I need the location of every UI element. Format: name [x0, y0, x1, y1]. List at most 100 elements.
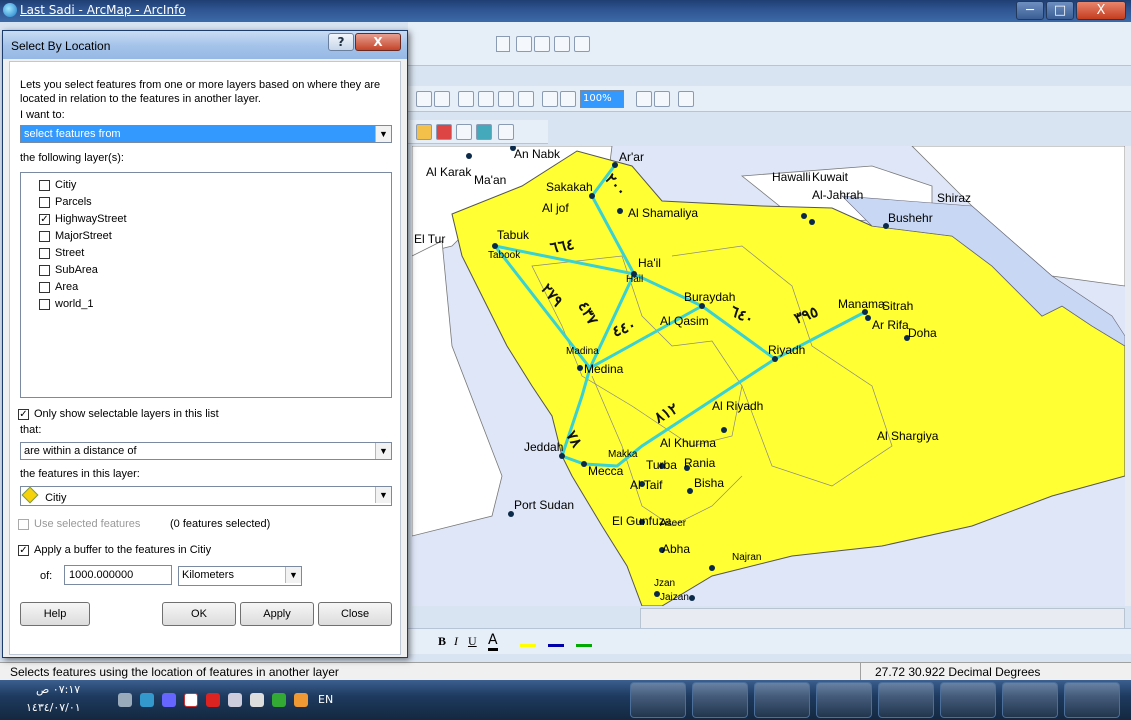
close-window-button[interactable]: X	[1076, 1, 1126, 20]
help-button[interactable]: Help	[20, 602, 90, 626]
layer-name: Citiy	[55, 179, 77, 191]
network-icon[interactable]	[140, 693, 154, 707]
toggle-draft-icon[interactable]	[636, 91, 652, 107]
arcmap-taskbar-icon[interactable]	[878, 682, 934, 718]
close-button[interactable]: Close	[318, 602, 392, 626]
use-selected-label: Use selected features	[34, 518, 141, 530]
layer-item[interactable]: Street	[39, 245, 84, 261]
font-color-button[interactable]: A	[488, 632, 498, 651]
layer-checkbox[interactable]	[39, 298, 50, 310]
only-selectable-option[interactable]: ✓ Only show selectable layers in this lis…	[18, 406, 219, 422]
back-extent-icon[interactable]	[542, 91, 558, 107]
spatial-method-combo[interactable]: are within a distance of ▼	[20, 442, 392, 460]
select-features-icon[interactable]	[436, 124, 452, 140]
layer-item[interactable]: Parcels	[39, 194, 92, 210]
signal-icon[interactable]	[118, 693, 132, 707]
dialog-close-button[interactable]: X	[355, 33, 401, 51]
layer-item[interactable]: MajorStreet	[39, 228, 112, 244]
layer-checkbox[interactable]	[39, 281, 50, 293]
layer-checkbox[interactable]	[39, 179, 50, 191]
zoom-percent-combo[interactable]: 100%	[580, 90, 624, 108]
layer-checkbox[interactable]	[39, 264, 50, 276]
map-vertical-scrollbar[interactable]	[1125, 146, 1131, 606]
word-icon[interactable]	[1002, 682, 1058, 718]
paperclip-app-icon[interactable]	[940, 682, 996, 718]
layer-checkbox[interactable]	[39, 196, 50, 208]
full-extent-icon[interactable]	[498, 91, 514, 107]
map-view[interactable]: An Nabk Ar'ar Al Karak Ma'an Sakakah Al …	[412, 146, 1125, 606]
layer-item[interactable]: SubArea	[39, 262, 98, 278]
whats-this-icon[interactable]	[498, 124, 514, 140]
line-color-icon[interactable]	[548, 633, 564, 647]
layer-name: world_1	[55, 298, 94, 310]
italic-button[interactable]: I	[454, 634, 458, 649]
selection-method-combo[interactable]: select features from ▼	[20, 125, 392, 143]
acrobat-icon[interactable]	[206, 693, 220, 707]
map-label: Manama	[838, 297, 885, 311]
apply-button[interactable]: Apply	[240, 602, 314, 626]
underline-button[interactable]: U	[468, 634, 477, 649]
media-app-icon[interactable]	[754, 682, 810, 718]
forward-extent-icon[interactable]	[560, 91, 576, 107]
dropdown-icon[interactable]	[496, 36, 510, 52]
volume-icon[interactable]	[228, 693, 242, 707]
edit-sketch-icon[interactable]	[516, 36, 532, 52]
layer-item[interactable]: Area	[39, 279, 78, 295]
map-label: Shiraz	[937, 191, 972, 205]
battery-icon[interactable]	[250, 693, 264, 707]
layer-item[interactable]: world_1	[39, 296, 94, 312]
layer-item[interactable]: Citiy	[39, 177, 76, 193]
zoom-in-page-icon[interactable]	[416, 91, 432, 107]
target-layers-list[interactable]: Citiy Parcels ✓ HighwayStreet MajorStreet…	[20, 172, 392, 398]
apply-buffer-checkbox[interactable]: ✓	[18, 544, 29, 556]
dialog-help-button[interactable]: ?	[328, 33, 354, 51]
fixed-zoom-in-icon[interactable]	[458, 91, 474, 107]
sync-icon[interactable]	[272, 693, 286, 707]
buffer-distance-input[interactable]: 1000.000000	[64, 565, 172, 585]
bold-button[interactable]: B	[438, 634, 446, 649]
apply-buffer-option[interactable]: ✓ Apply a buffer to the features in Citiy	[18, 542, 211, 558]
folder-icon[interactable]	[1064, 682, 1120, 718]
marker-color-icon[interactable]	[576, 633, 592, 647]
map-label: Abha	[662, 542, 691, 556]
chevron-down-icon[interactable]: ▼	[375, 487, 391, 503]
rotate-icon[interactable]	[534, 36, 550, 52]
layer-checkbox-checked[interactable]: ✓	[39, 213, 50, 225]
only-selectable-checkbox[interactable]: ✓	[18, 408, 29, 420]
fill-color-icon[interactable]	[520, 633, 536, 647]
chevron-down-icon[interactable]: ▼	[375, 126, 391, 142]
ok-button[interactable]: OK	[162, 602, 236, 626]
zoom-out-page-icon[interactable]	[434, 91, 450, 107]
update-icon[interactable]	[162, 693, 176, 707]
chevron-down-icon[interactable]: ▼	[285, 567, 301, 583]
map-label: An Nabk	[514, 147, 561, 161]
clock-time: ٠٧:١٧ ص	[36, 683, 81, 696]
map-label: Hail	[626, 274, 644, 285]
dialog-title: Select By Location	[11, 39, 111, 53]
focus-frame-icon[interactable]	[654, 91, 670, 107]
layer-item[interactable]: ✓ HighwayStreet	[39, 211, 127, 227]
table-icon[interactable]	[554, 36, 570, 52]
fixed-zoom-out-icon[interactable]	[478, 91, 494, 107]
clear-selection-icon[interactable]	[456, 124, 472, 140]
layer-checkbox[interactable]	[39, 247, 50, 259]
minimize-button[interactable]: ─	[1016, 1, 1044, 20]
image-icon[interactable]	[574, 36, 590, 52]
globe-app-icon[interactable]	[692, 682, 748, 718]
map-horizontal-scrollbar[interactable]	[640, 608, 1125, 630]
map-canvas	[412, 146, 1125, 606]
app-tray-icon[interactable]	[294, 693, 308, 707]
language-indicator[interactable]: EN	[318, 693, 333, 706]
hyperlink-icon[interactable]	[476, 124, 492, 140]
flag-icon[interactable]	[184, 693, 198, 707]
buffer-unit-combo[interactable]: Kilometers ▼	[178, 566, 302, 586]
explorer-icon[interactable]	[630, 682, 686, 718]
zoom-100-icon[interactable]	[518, 91, 534, 107]
identify-icon[interactable]	[416, 124, 432, 140]
chevron-down-icon[interactable]: ▼	[375, 443, 391, 459]
source-layer-combo[interactable]: Citiy ▼	[20, 486, 392, 506]
layout-icon[interactable]	[678, 91, 694, 107]
maximize-button[interactable]: □	[1046, 1, 1074, 20]
layer-checkbox[interactable]	[39, 230, 50, 242]
skype-icon[interactable]	[816, 682, 872, 718]
